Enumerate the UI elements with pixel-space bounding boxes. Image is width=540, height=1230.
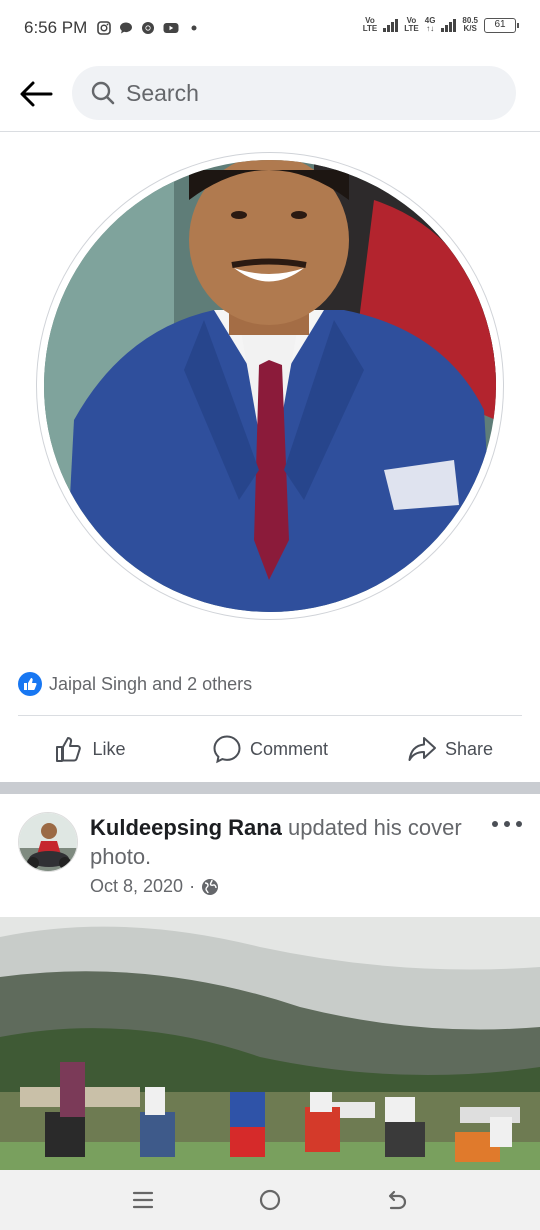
cover-photo[interactable] — [0, 917, 540, 1170]
recent-apps-button[interactable] — [123, 1180, 163, 1220]
share-button[interactable]: Share — [360, 716, 540, 782]
profile-photo-image — [44, 160, 496, 612]
search-header: Search — [0, 56, 540, 132]
network-speed: 80.5 K/S — [462, 16, 478, 33]
more-dot-icon — [492, 821, 498, 827]
section-separator — [0, 782, 540, 794]
menu-icon — [133, 1191, 154, 1209]
volte-label-1: Vo LTE — [362, 16, 378, 33]
status-bar: 6:56 PM Vo LTE Vo LTE 4G ↑↓ 80.5 K/S 61 — [0, 0, 540, 56]
instagram-icon — [97, 21, 112, 35]
back-arrow-icon — [20, 81, 53, 107]
home-circle-icon — [259, 1189, 281, 1211]
post-header: Kuldeepsing Rana updated his cover photo… — [0, 794, 540, 916]
more-options-button[interactable] — [492, 816, 522, 832]
signal-icon-1 — [383, 18, 399, 32]
chrome-icon — [142, 22, 155, 34]
comment-label: Comment — [249, 738, 329, 759]
dot-icon — [191, 25, 197, 31]
share-icon — [407, 734, 437, 764]
comment-button[interactable]: Comment — [180, 716, 360, 782]
volte-label-2: Vo LTE — [404, 16, 419, 33]
system-back-button[interactable] — [377, 1180, 417, 1220]
reactions-text: Jaipal Singh and 2 others — [49, 673, 253, 694]
meta-separator: · — [189, 876, 196, 896]
thumbs-up-icon — [54, 734, 84, 764]
search-icon — [91, 81, 115, 105]
system-nav-bar — [0, 1170, 540, 1230]
status-right: Vo LTE Vo LTE 4G ↑↓ 80.5 K/S 61 — [362, 16, 519, 33]
post-meta: Oct 8, 2020 · — [90, 876, 219, 897]
comment-icon — [212, 734, 242, 764]
reactions-summary[interactable]: Jaipal Singh and 2 others — [18, 672, 252, 696]
chat-icon — [120, 22, 133, 34]
signal-icon-2 — [441, 18, 457, 32]
youtube-icon — [163, 23, 179, 33]
share-label: Share — [444, 738, 494, 759]
post-author[interactable]: Kuldeepsing Rana — [90, 815, 282, 840]
like-reaction-icon — [18, 672, 42, 696]
back-button[interactable] — [16, 74, 56, 114]
post-title: Kuldeepsing Rana updated his cover photo… — [90, 813, 470, 871]
cover-photo-image — [0, 917, 540, 1170]
globe-icon — [202, 878, 219, 895]
search-input[interactable]: Search — [72, 66, 516, 120]
battery-icon: 61 — [484, 17, 519, 33]
like-button[interactable]: Like — [0, 716, 180, 782]
post-date[interactable]: Oct 8, 2020 — [90, 876, 183, 897]
network-4g-label: 4G ↑↓ — [424, 16, 436, 33]
notification-icons — [97, 21, 201, 35]
home-button[interactable] — [250, 1180, 290, 1220]
post-actions: Like Comment Share — [0, 716, 540, 782]
search-placeholder: Search — [126, 79, 199, 106]
like-label: Like — [92, 738, 126, 759]
profile-photo[interactable] — [44, 160, 496, 612]
status-time: 6:56 PM — [24, 18, 88, 37]
avatar[interactable] — [18, 812, 78, 872]
back-return-icon — [388, 1190, 406, 1210]
